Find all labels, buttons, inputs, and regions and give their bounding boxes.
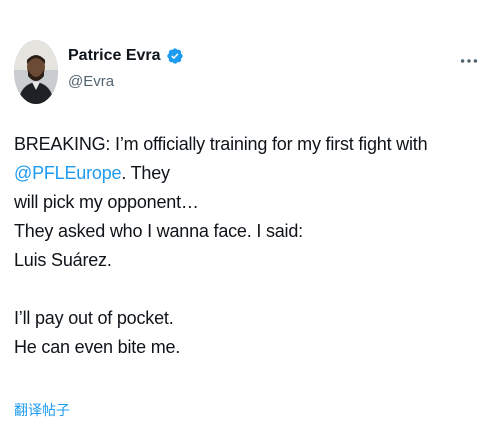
tweet-line-5: I’ll pay out of pocket.	[14, 308, 174, 328]
tweet-header: Patrice Evra @Evra	[12, 38, 488, 108]
tweet-text: BREAKING: I’m officially training for my…	[14, 130, 486, 362]
tweet-line-1-end: . They	[121, 163, 170, 183]
tweet-line-4: Luis Suárez.	[14, 250, 112, 270]
mention-link[interactable]: @PFLEurope	[14, 163, 122, 183]
more-options-icon	[460, 59, 478, 63]
tweet-line-1: BREAKING: I’m officially training for my…	[14, 130, 486, 188]
tweet-line-3: They asked who I wanna face. I said:	[14, 221, 303, 241]
more-options-button[interactable]	[454, 46, 484, 76]
tweet-card: Patrice Evra @Evra BREAKING: I’m officia…	[0, 0, 500, 440]
translate-post-link[interactable]: 翻译帖子	[14, 400, 70, 420]
name-row: Patrice Evra	[68, 45, 184, 67]
author-names: Patrice Evra @Evra	[68, 45, 184, 90]
author-handle[interactable]: @Evra	[68, 73, 184, 90]
tweet-line-6: He can even bite me.	[14, 337, 181, 357]
verified-badge-icon	[166, 47, 184, 65]
tweet-line-2: will pick my opponent…	[14, 192, 199, 212]
avatar[interactable]	[14, 40, 58, 104]
author-display-name[interactable]: Patrice Evra	[68, 47, 161, 65]
tweet-line-1-start: BREAKING: I’m officially training for my…	[14, 134, 428, 154]
